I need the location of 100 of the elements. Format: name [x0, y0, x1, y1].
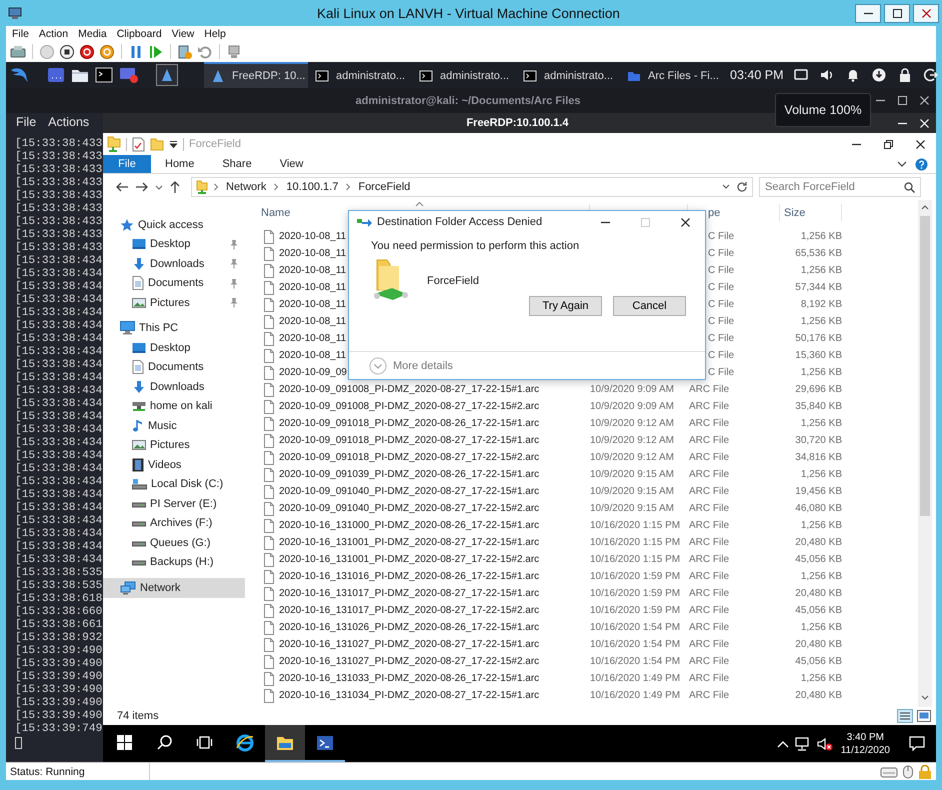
properties-icon[interactable] [132, 136, 145, 152]
taskbar-task[interactable]: administrato... [516, 62, 620, 88]
forward-button[interactable] [135, 181, 149, 193]
breadcrumb-link[interactable]: 10.100.1.7 [284, 181, 340, 193]
file-menu-tab[interactable]: File [103, 155, 151, 173]
dialog-button[interactable]: Cancel [613, 296, 686, 316]
start-icon[interactable] [39, 44, 55, 60]
nav-item[interactable]: This PC [103, 318, 245, 338]
close-button[interactable] [913, 4, 939, 22]
chevron-down-icon[interactable] [897, 160, 907, 168]
workspace-switcher[interactable] [156, 64, 178, 86]
dialog-button[interactable]: Try Again [529, 296, 602, 316]
muted-speaker-icon[interactable] [816, 736, 833, 750]
play-icon[interactable] [148, 44, 164, 60]
stop-icon[interactable] [59, 44, 75, 60]
file-name: 2020-10-09_091018_PI-DMZ_2020-08-26_17-22-15#1.arc [279, 418, 540, 429]
nav-item[interactable]: Downloads [103, 254, 245, 274]
nav-item[interactable]: Queues (G:) [103, 533, 245, 552]
clock-time[interactable]: 3:40 PM [846, 730, 884, 744]
nav-item[interactable]: Music [103, 416, 245, 436]
menu-item[interactable]: View [166, 28, 200, 40]
maximize-button[interactable] [884, 4, 910, 22]
network-icon[interactable] [794, 736, 811, 750]
save-state-icon[interactable] [99, 44, 115, 60]
folder-icon[interactable] [71, 67, 89, 83]
network-folder-icon[interactable] [107, 136, 121, 152]
menu-item[interactable]: Actions [48, 114, 90, 128]
power-icon[interactable] [79, 44, 95, 60]
up-button[interactable] [169, 180, 181, 194]
dropdown-icon[interactable] [722, 184, 730, 190]
sort-caret-icon[interactable] [415, 201, 424, 207]
file-size: 20,480 KB [795, 588, 842, 599]
clock[interactable]: 03:40 PM [730, 68, 784, 82]
chevron-icon [213, 183, 219, 191]
taskbar-task[interactable]: FreeRDP: 10... [204, 62, 308, 88]
nav-item[interactable]: Downloads [103, 377, 245, 396]
address-bar[interactable]: Network 10.100.1.7 ForceField [191, 177, 753, 197]
logout-icon[interactable] [922, 67, 939, 83]
apps-icon[interactable] [47, 67, 65, 83]
terminal-line: [15:33:38:434 [15, 502, 102, 514]
back-button[interactable] [115, 181, 129, 193]
update-icon[interactable] [870, 67, 887, 83]
nav-item[interactable]: Archives (F:) [103, 514, 245, 533]
file-explorer-button[interactable] [265, 725, 305, 762]
nav-item[interactable]: PI Server (E:) [103, 494, 245, 514]
help-icon[interactable] [915, 158, 928, 170]
menu-item[interactable]: Clipboard [112, 28, 167, 40]
nav-item[interactable]: Desktop [103, 234, 245, 254]
nav-item[interactable]: Pictures [103, 436, 245, 455]
details-view-icon[interactable] [897, 709, 913, 723]
nav-item[interactable]: Videos [103, 455, 245, 474]
file-type: ARC File [689, 435, 730, 446]
nav-item[interactable]: Documents [103, 274, 245, 293]
menu-item[interactable]: Action [34, 28, 74, 40]
ctrl-alt-del-icon[interactable] [10, 44, 26, 60]
nav-item[interactable]: Backups (H:) [103, 552, 245, 572]
ribbon-tab[interactable]: View [266, 155, 318, 173]
terminal-line: [15:33:39:490 [15, 658, 102, 670]
file-type: ARC File [689, 622, 730, 633]
nav-item[interactable]: Network [103, 578, 245, 598]
menu-item[interactable]: Help [199, 28, 231, 40]
ribbon-tab[interactable]: Share [208, 155, 266, 173]
scrollbar[interactable] [918, 200, 932, 707]
terminal-icon[interactable] [95, 67, 113, 83]
file-size: 45,056 KB [795, 554, 842, 565]
breadcrumb-link[interactable]: Network [224, 181, 268, 193]
column-header[interactable]: Name [261, 206, 290, 218]
up-caret-icon[interactable] [776, 738, 789, 748]
menu-item[interactable]: File [16, 114, 36, 128]
nav-item[interactable]: Pictures [103, 293, 245, 312]
taskbar-task[interactable]: administrato... [308, 62, 412, 88]
terminal-line: [15:33:39:490 [15, 645, 102, 658]
enhanced-session-icon[interactable] [226, 44, 242, 60]
nav-item[interactable]: Local Disk (C:) [103, 474, 245, 494]
display-icon[interactable] [792, 67, 809, 83]
nav-item[interactable]: Quick access [103, 215, 245, 234]
column-header[interactable]: Size [784, 206, 806, 218]
taskbar-task[interactable]: Arc Files - Fi... [620, 62, 724, 88]
nav-item[interactable]: Documents [103, 358, 245, 377]
nav-item[interactable]: Desktop [103, 338, 245, 358]
checkpoint-icon[interactable] [177, 44, 193, 60]
large-icons-view-icon[interactable] [916, 709, 932, 723]
dropdown-icon[interactable] [169, 140, 178, 148]
nav-item[interactable]: home on kali [103, 396, 245, 416]
screen-recorder-icon[interactable] [119, 67, 139, 83]
column-header[interactable]: pe [708, 206, 720, 218]
search-field[interactable]: Search ForceField [759, 177, 921, 197]
file-name: 2020-10-16_131033_PI-DMZ_2020-08-26_17-22-15#1.arc [279, 673, 540, 684]
volume-icon[interactable] [818, 67, 835, 83]
ribbon-tab[interactable]: Home [151, 155, 208, 173]
clock-date[interactable]: 11/12/2020 [840, 744, 890, 756]
breadcrumb-link[interactable]: ForceField [356, 181, 412, 193]
revert-icon[interactable] [197, 44, 213, 60]
details-link[interactable]: More details [393, 360, 453, 372]
menu-item[interactable]: File [7, 28, 34, 40]
taskbar-task[interactable]: administrato... [412, 62, 516, 88]
file-icon [263, 502, 275, 516]
menu-item[interactable]: Media [73, 28, 112, 40]
back-icon [115, 181, 129, 193]
network-folder-icon [196, 180, 208, 194]
